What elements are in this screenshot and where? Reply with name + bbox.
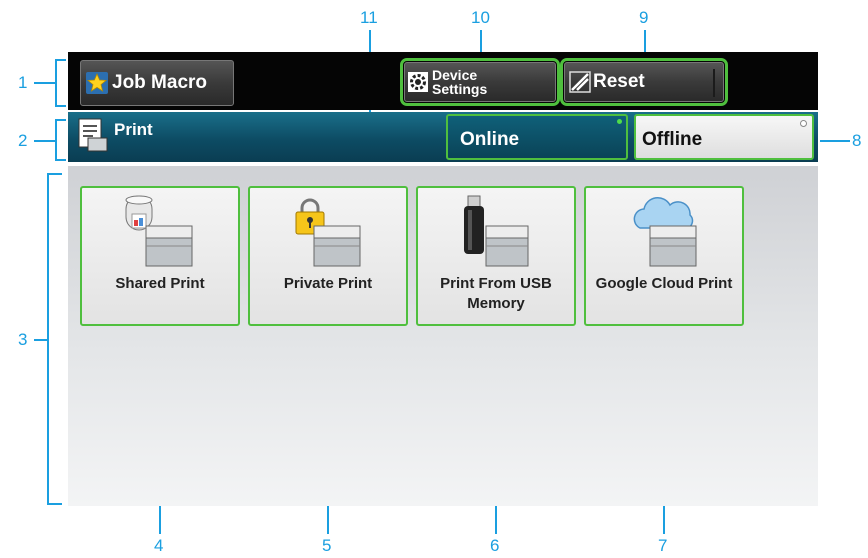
online-label: Online bbox=[460, 129, 520, 150]
separator bbox=[713, 69, 715, 97]
callout-2: 2 bbox=[18, 131, 28, 150]
cloud-print-tile[interactable]: Google Cloud Print bbox=[584, 186, 744, 326]
device-settings-button[interactable]: Device Settings bbox=[400, 58, 560, 106]
tile-label: Print From USB Memory bbox=[440, 275, 552, 312]
callout-9: 9 bbox=[639, 8, 649, 27]
tile-label: Shared Print bbox=[115, 275, 205, 292]
print-title: Print bbox=[78, 118, 153, 152]
print-label: Print bbox=[114, 120, 153, 139]
reset-icon bbox=[569, 71, 591, 93]
callout-5: 5 bbox=[322, 536, 332, 555]
device-settings-label-2: Settings bbox=[432, 81, 488, 97]
tile-label: Google Cloud Print bbox=[595, 275, 733, 292]
callout-8: 8 bbox=[852, 131, 862, 150]
callout-1: 1 bbox=[18, 73, 28, 92]
callout-3: 3 bbox=[18, 330, 28, 349]
reset-button[interactable]: Reset bbox=[560, 58, 728, 106]
print-mode-icon bbox=[78, 118, 108, 152]
callout-11: 11 bbox=[360, 8, 378, 27]
job-macro-button[interactable]: Job Macro bbox=[80, 60, 234, 106]
callout-10: 10 bbox=[471, 8, 490, 27]
callout-7: 7 bbox=[658, 536, 668, 555]
shared-print-icon bbox=[125, 195, 193, 267]
callout-4: 4 bbox=[154, 536, 164, 555]
private-print-tile[interactable]: Private Print bbox=[248, 186, 408, 326]
job-macro-label: Job Macro bbox=[112, 72, 208, 93]
offline-button[interactable]: Offline bbox=[634, 114, 814, 160]
private-print-icon bbox=[295, 198, 361, 267]
tile-label: Private Print bbox=[283, 275, 373, 292]
callout-6: 6 bbox=[490, 536, 500, 555]
usb-print-tile[interactable]: Print From USB Memory bbox=[416, 186, 576, 326]
gear-icon bbox=[408, 72, 428, 92]
offline-indicator-icon bbox=[800, 120, 807, 127]
reset-label: Reset bbox=[593, 71, 645, 92]
star-icon bbox=[86, 72, 108, 94]
cloud-print-icon bbox=[633, 197, 697, 267]
usb-print-icon bbox=[464, 195, 529, 267]
device-settings-label-1: Device bbox=[432, 67, 478, 83]
shared-print-tile[interactable]: Shared Print bbox=[80, 186, 240, 326]
offline-label: Offline bbox=[642, 129, 703, 150]
online-button[interactable]: Online bbox=[446, 114, 628, 160]
online-indicator-icon bbox=[617, 119, 622, 124]
